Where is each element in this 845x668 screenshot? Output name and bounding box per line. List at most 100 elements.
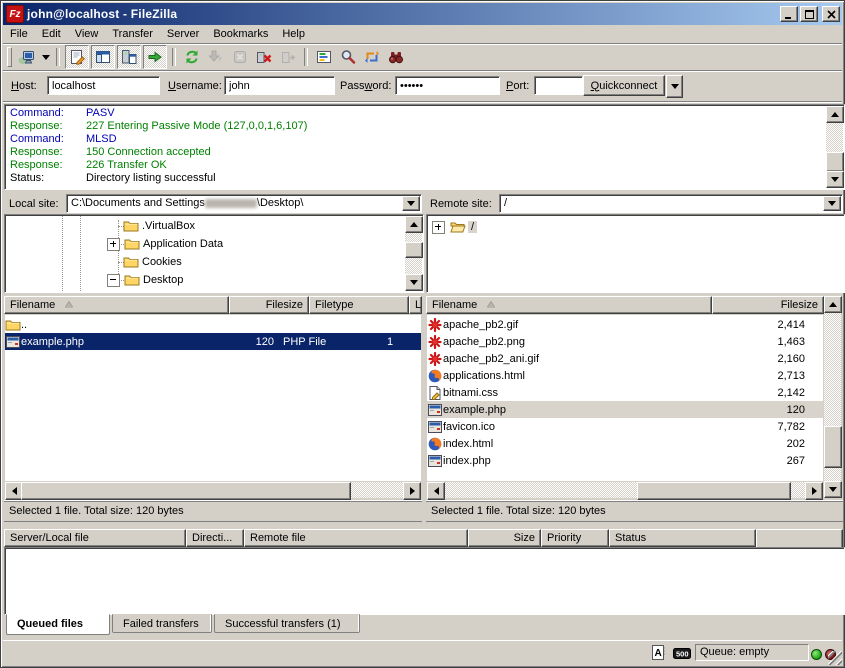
column-header-filename[interactable]: Filename bbox=[426, 296, 712, 314]
column-header-directi-[interactable]: Directi... bbox=[186, 529, 244, 547]
file-size: 202 bbox=[705, 438, 805, 450]
toggle-transfer-queue-button[interactable] bbox=[143, 45, 167, 69]
remote-site-dropdown-button[interactable] bbox=[823, 196, 841, 211]
column-header-label: Filename bbox=[432, 297, 477, 314]
log-entry-text: 150 Connection accepted bbox=[86, 146, 211, 158]
minimize-icon bbox=[785, 10, 793, 19]
menu-edit[interactable]: Edit bbox=[35, 26, 68, 42]
process-queue-button bbox=[205, 46, 227, 68]
local-site-dropdown-button[interactable] bbox=[402, 196, 420, 211]
app-file-icon bbox=[427, 402, 443, 418]
directory-listing-filters-button[interactable] bbox=[313, 46, 335, 68]
tree-item-application-data[interactable]: Application Data bbox=[106, 235, 405, 253]
quickconnect-button[interactable]: Quickconnect bbox=[583, 75, 665, 96]
tree-item-desktop[interactable]: Desktop bbox=[106, 271, 405, 289]
site-manager-button[interactable] bbox=[16, 46, 38, 68]
directory-comparison-button[interactable] bbox=[337, 46, 359, 68]
host-input[interactable] bbox=[47, 76, 160, 95]
toggle-message-log-button[interactable] bbox=[65, 45, 89, 69]
resize-grip[interactable] bbox=[828, 651, 842, 665]
toggle-local-tree-button[interactable] bbox=[91, 45, 115, 69]
minimize-button[interactable] bbox=[780, 6, 798, 22]
username-label: Username: bbox=[168, 80, 222, 92]
menu-server[interactable]: Server bbox=[160, 26, 206, 42]
app-file-icon bbox=[427, 453, 443, 469]
column-header-status[interactable]: Status bbox=[609, 529, 756, 547]
local-site-combobox[interactable]: C:\Documents and Settings\Desktop\ bbox=[66, 194, 422, 213]
find-files-icon bbox=[388, 49, 404, 65]
file-row-index-php[interactable]: index.php267 bbox=[427, 452, 823, 469]
expand-icon[interactable] bbox=[432, 221, 445, 234]
log-scrollbar-thumb[interactable] bbox=[826, 152, 844, 172]
file-row-index-html[interactable]: index.html202 bbox=[427, 435, 823, 452]
file-row-applications-html[interactable]: applications.html2,713 bbox=[427, 367, 823, 384]
column-header-l[interactable]: L bbox=[409, 296, 422, 314]
remote-horizontal-scrollbar[interactable] bbox=[427, 482, 823, 498]
expand-icon[interactable] bbox=[107, 238, 120, 251]
collapse-icon[interactable] bbox=[107, 274, 120, 287]
scroll-down-icon bbox=[829, 487, 837, 492]
remote-vertical-scrollbar[interactable] bbox=[824, 296, 841, 498]
html-file-icon bbox=[427, 436, 443, 452]
file-row-apache-pb2-png[interactable]: apache_pb2.png1,463 bbox=[427, 333, 823, 350]
toggle-remote-tree-button[interactable] bbox=[117, 45, 141, 69]
log-scrollbar[interactable] bbox=[826, 106, 843, 188]
file-row-apache-pb2-gif[interactable]: apache_pb2.gif2,414 bbox=[427, 316, 823, 333]
column-header-server-local-file[interactable]: Server/Local file bbox=[4, 529, 186, 547]
column-header-size[interactable]: Size bbox=[468, 529, 541, 547]
column-header-remote-file[interactable]: Remote file bbox=[244, 529, 468, 547]
local-hscroll-thumb[interactable] bbox=[21, 482, 351, 500]
refresh-button[interactable] bbox=[181, 46, 203, 68]
password-input[interactable] bbox=[395, 76, 500, 95]
menu-help[interactable]: Help bbox=[275, 26, 312, 42]
column-header-filesize[interactable]: Filesize bbox=[712, 296, 824, 314]
toolbar-grip[interactable] bbox=[7, 47, 12, 67]
column-header-filetype[interactable]: Filetype bbox=[309, 296, 409, 314]
local-tree-scrollbar[interactable] bbox=[405, 216, 422, 291]
svg-text:A: A bbox=[655, 648, 662, 659]
username-input[interactable] bbox=[224, 76, 335, 95]
scroll-right-icon bbox=[812, 487, 817, 495]
tab-successful-transfers-1-[interactable]: Successful transfers (1) bbox=[214, 614, 360, 633]
file-row-example-php[interactable]: example.php120 bbox=[427, 401, 823, 418]
local-horizontal-scrollbar[interactable] bbox=[5, 482, 421, 498]
tree-item-root[interactable]: / bbox=[432, 218, 843, 236]
tab-failed-transfers[interactable]: Failed transfers bbox=[112, 614, 212, 633]
column-header-priority[interactable]: Priority bbox=[541, 529, 609, 547]
file-row-favicon-ico[interactable]: favicon.ico7,782 bbox=[427, 418, 823, 435]
chevron-down-icon bbox=[671, 84, 679, 89]
menu-bookmarks[interactable]: Bookmarks bbox=[206, 26, 275, 42]
column-header-label: Size bbox=[514, 530, 535, 547]
scroll-left-icon bbox=[12, 487, 17, 495]
image-file-icon bbox=[427, 317, 443, 333]
remote-hscroll-thumb[interactable] bbox=[637, 482, 791, 500]
column-header-filesize[interactable]: Filesize bbox=[229, 296, 309, 314]
log-entry-text: 226 Transfer OK bbox=[86, 159, 167, 171]
tree-item-cookies[interactable]: Cookies bbox=[106, 253, 405, 271]
find-files-button[interactable] bbox=[385, 46, 407, 68]
tab-queued-files[interactable]: Queued files bbox=[6, 614, 110, 635]
file-row-bitnami-css[interactable]: bitnami.css2,142 bbox=[427, 384, 823, 401]
titlebar: Fz john@localhost - FileZilla bbox=[3, 3, 842, 25]
remote-file-list: apache_pb2.gif2,414apache_pb2.png1,463ap… bbox=[427, 315, 823, 481]
synchronized-browsing-button[interactable] bbox=[361, 46, 383, 68]
tree-guide-line bbox=[80, 216, 81, 291]
disconnect-button[interactable] bbox=[253, 46, 275, 68]
file-row-apache-pb2-ani-gif[interactable]: apache_pb2_ani.gif2,160 bbox=[427, 350, 823, 367]
tree-item--virtualbox[interactable]: .VirtualBox bbox=[106, 217, 405, 235]
quickconnect-dropdown-button[interactable] bbox=[666, 75, 683, 98]
file-row--[interactable]: .. bbox=[5, 316, 421, 333]
menu-transfer[interactable]: Transfer bbox=[105, 26, 160, 42]
column-header-filename[interactable]: Filename bbox=[4, 296, 229, 314]
remote-site-combobox[interactable]: / bbox=[499, 194, 843, 213]
reconnect-icon bbox=[280, 49, 296, 65]
remote-vscroll-thumb[interactable] bbox=[824, 426, 842, 468]
file-row-example-php[interactable]: example.php120PHP File1 bbox=[5, 333, 421, 350]
port-input[interactable] bbox=[534, 76, 583, 95]
menu-view[interactable]: View bbox=[68, 26, 106, 42]
maximize-button[interactable] bbox=[800, 6, 818, 22]
menu-file[interactable]: File bbox=[3, 26, 35, 42]
close-button[interactable] bbox=[822, 6, 840, 22]
local-tree-scrollbar-thumb[interactable] bbox=[405, 242, 423, 258]
site-manager-dropdown-button[interactable] bbox=[39, 46, 52, 68]
